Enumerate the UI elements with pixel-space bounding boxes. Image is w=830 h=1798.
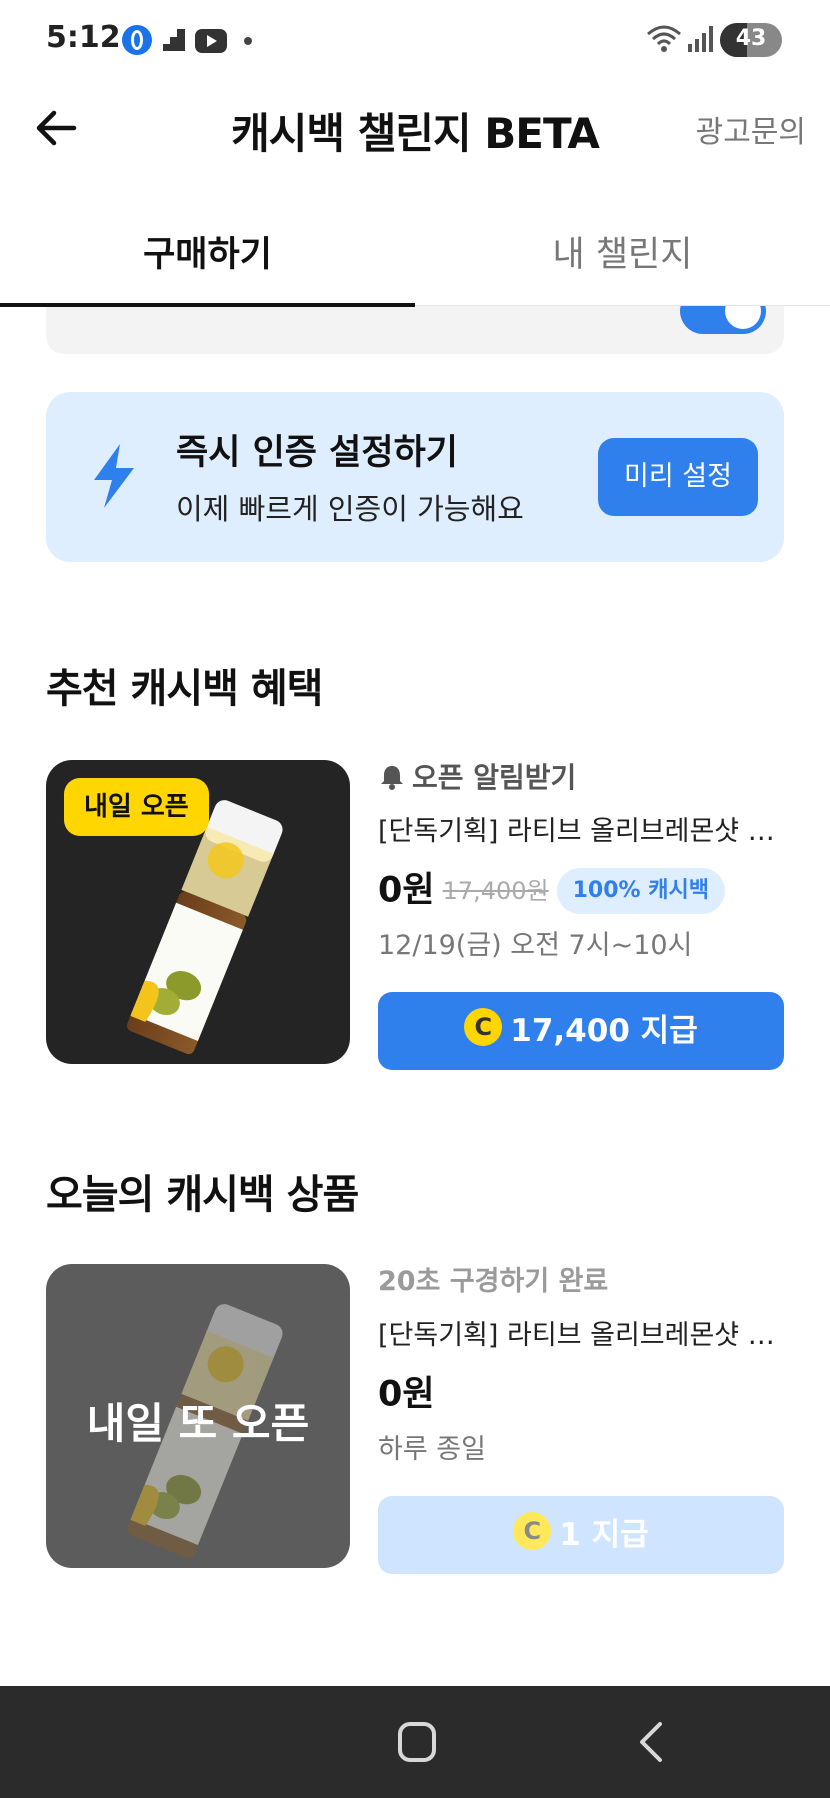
dot-icon: [244, 37, 252, 45]
coin-icon: C: [513, 1512, 552, 1550]
coin-icon: C: [464, 1008, 503, 1046]
status-time: 5:12: [46, 20, 121, 55]
recommended-product-image[interactable]: 내일 오픈: [46, 760, 350, 1064]
browse-complete-status: 20초 구경하기 완료: [378, 1266, 609, 1297]
instant-auth-banner: 즉시 인증 설정하기 이제 빠르게 인증이 가능해요 미리 설정: [46, 392, 784, 562]
recommended-product-info: 오픈 알림받기 [단독기획] 라티브 올리브레몬샷 기획세트 0원17,400원…: [378, 758, 784, 1070]
recommended-section-title: 추천 캐시백 혜택: [46, 666, 323, 712]
youtube-icon: [195, 29, 227, 53]
app-header: 캐시백 챌린지 BETA 광고문의: [0, 80, 830, 176]
opera-icon: [122, 25, 152, 55]
wifi-icon: [647, 25, 681, 52]
bell-icon: [381, 766, 403, 790]
reward-label: 1 지급: [559, 1517, 649, 1553]
battery-icon: 43: [720, 23, 782, 57]
product-price: 0원: [378, 1374, 435, 1415]
status-bar: 5:12 43: [0, 0, 830, 80]
battery-level: 43: [735, 26, 767, 51]
today-product-name[interactable]: [단독기획] 라티브 올리브레몬샷 기획세트: [378, 1316, 784, 1356]
price-row: 0원: [378, 1368, 784, 1420]
today-product-info: 20초 구경하기 완료 [단독기획] 라티브 올리브레몬샷 기획세트 0원 하루…: [378, 1262, 784, 1574]
open-notify-label: 오픈 알림받기: [412, 761, 577, 794]
lightning-icon: [94, 444, 134, 508]
stairs-icon: [163, 29, 185, 51]
nav-back-icon[interactable]: [632, 1720, 672, 1764]
price-row: 0원 17,400원 100% 캐시백: [378, 864, 784, 916]
open-notify-row[interactable]: 오픈 알림받기: [378, 758, 784, 798]
reward-label: 17,400 지급: [510, 1013, 698, 1049]
ad-inquiry-link[interactable]: 광고문의: [696, 107, 806, 151]
product-price: 0원: [378, 870, 435, 911]
today-product-image[interactable]: 내일 또 오픈: [46, 1264, 350, 1568]
tab-active-indicator: [0, 303, 415, 307]
signal-icon: [688, 26, 713, 52]
open-tomorrow-badge: 내일 오픈: [64, 778, 209, 836]
open-time: 하루 종일: [378, 1434, 486, 1465]
cashback-reward-button[interactable]: C 17,400 지급: [378, 992, 784, 1070]
cashback-percent-badge: 100% 캐시백: [556, 867, 725, 914]
home-icon[interactable]: [398, 1722, 436, 1762]
tab-bar: 구매하기 내 챌린지: [0, 198, 830, 307]
cashback-reward-button[interactable]: C1 지급: [378, 1496, 784, 1574]
original-price: 17,400원: [442, 876, 549, 905]
tab-buy[interactable]: 구매하기: [0, 226, 415, 277]
system-nav-bar: [0, 1686, 830, 1798]
tab-my-challenge[interactable]: 내 챌린지: [415, 226, 830, 277]
instant-auth-subtitle: 이제 빠르게 인증이 가능해요: [176, 492, 524, 526]
instant-auth-title: 즉시 인증 설정하기: [176, 433, 458, 473]
preset-button[interactable]: 미리 설정: [598, 438, 758, 516]
open-again-tomorrow-label: 내일 또 오픈: [86, 1399, 310, 1448]
today-section-title: 오늘의 캐시백 상품: [46, 1172, 359, 1218]
recommended-product-name[interactable]: [단독기획] 라티브 올리브레몬샷 기획세트: [378, 812, 784, 852]
open-time: 12/19(금) 오전 7시~10시: [378, 930, 693, 961]
